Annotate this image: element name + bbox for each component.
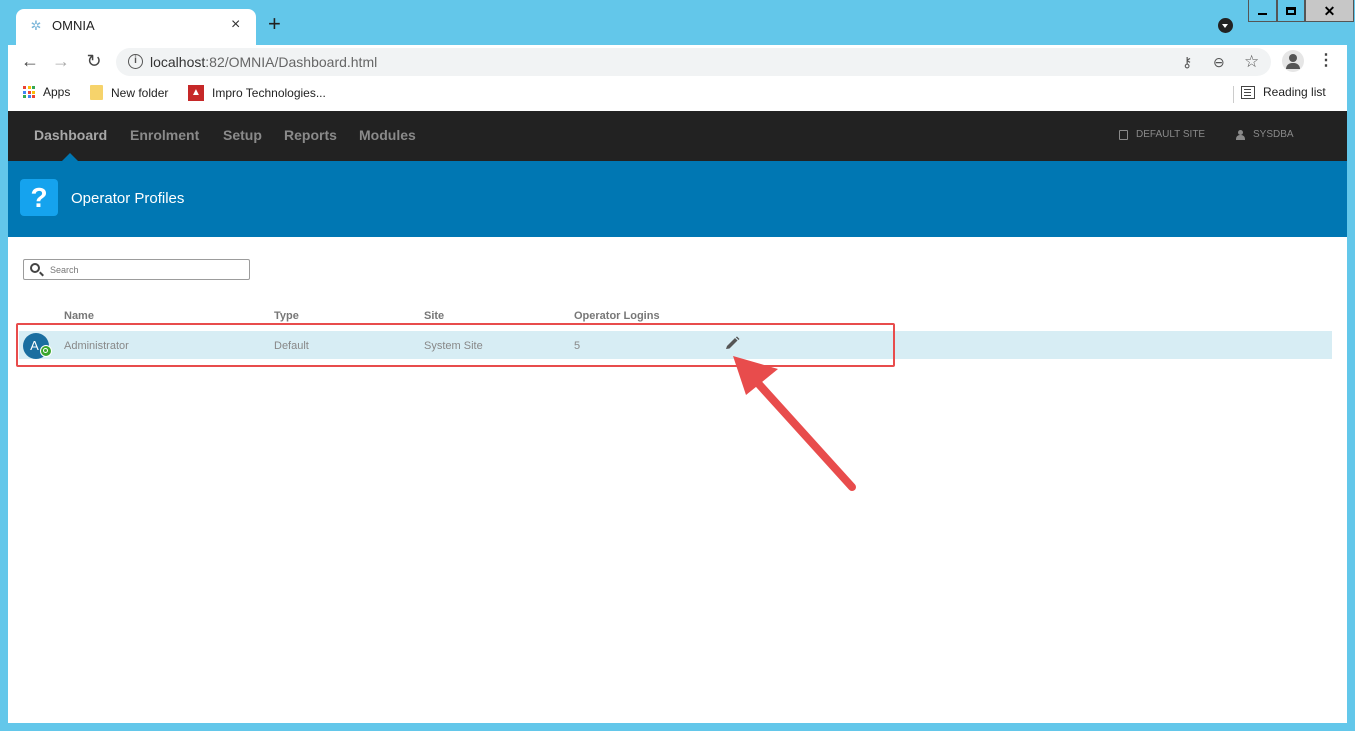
- bookmark-star-icon[interactable]: ☆: [1244, 53, 1259, 71]
- maximize-icon: [1286, 6, 1296, 15]
- apps-grid-icon: [23, 86, 35, 98]
- tab-search-icon[interactable]: [1218, 18, 1233, 33]
- new-tab-button[interactable]: +: [268, 13, 281, 35]
- column-header-type[interactable]: Type: [274, 310, 299, 322]
- site-label: DEFAULT SITE: [1136, 129, 1206, 140]
- nav-enrolment[interactable]: Enrolment: [130, 127, 199, 143]
- reload-icon[interactable]: ↻: [83, 50, 105, 72]
- annotation-highlight-box: [16, 323, 895, 367]
- user-label: SYSDBA: [1253, 129, 1294, 140]
- column-header-name[interactable]: Name: [64, 310, 94, 322]
- back-arrow-icon[interactable]: ←: [19, 50, 41, 72]
- bookmark-apps[interactable]: Apps: [23, 85, 70, 99]
- bookmark-impro-label: Impro Technologies...: [212, 86, 326, 100]
- url-host: localhost: [150, 54, 206, 70]
- site-info-icon[interactable]: i: [128, 54, 143, 69]
- column-header-operator-logins[interactable]: Operator Logins: [574, 310, 660, 322]
- omnia-favicon-icon: ✲: [30, 18, 42, 33]
- app-top-nav: Dashboard Enrolment Setup Reports Module…: [8, 111, 1347, 161]
- folder-icon: [90, 85, 103, 100]
- reading-list-icon: [1241, 85, 1255, 99]
- more-menu-icon[interactable]: ⋮: [1318, 50, 1334, 72]
- bookmark-apps-label: Apps: [43, 85, 71, 99]
- profile-avatar-icon[interactable]: [1282, 50, 1304, 72]
- page-viewport: Dashboard Enrolment Setup Reports Module…: [8, 111, 1347, 723]
- bookmark-new-folder[interactable]: New folder: [90, 85, 168, 100]
- browser-toolbar: ← → ↻ i localhost:82/OMNIA/Dashboard.htm…: [8, 45, 1347, 78]
- nav-active-indicator: [62, 153, 78, 161]
- nav-setup[interactable]: Setup: [223, 127, 262, 143]
- nav-modules[interactable]: Modules: [359, 127, 416, 143]
- user-icon: [1236, 129, 1245, 140]
- tab-title: OMNIA: [52, 18, 95, 33]
- search-input[interactable]: [50, 262, 245, 277]
- nav-dashboard[interactable]: Dashboard: [34, 127, 107, 143]
- maximize-button[interactable]: [1277, 0, 1305, 22]
- close-window-button[interactable]: ✕: [1305, 0, 1354, 22]
- minimize-icon: [1258, 12, 1267, 15]
- search-box[interactable]: [23, 259, 250, 280]
- reading-list-button[interactable]: Reading list: [1241, 85, 1326, 99]
- column-header-site[interactable]: Site: [424, 310, 444, 322]
- reading-list-label: Reading list: [1263, 85, 1326, 99]
- site-selector[interactable]: DEFAULT SITE: [1119, 129, 1205, 140]
- save-icon: [1119, 129, 1128, 140]
- key-icon[interactable]: ⚷: [1182, 53, 1192, 71]
- nav-reports[interactable]: Reports: [284, 127, 337, 143]
- browser-tab[interactable]: ✲ OMNIA ×: [16, 9, 256, 45]
- bookmark-impro[interactable]: ▲ Impro Technologies...: [188, 85, 326, 101]
- user-menu[interactable]: SYSDBA: [1236, 129, 1294, 140]
- browser-window: ✲ OMNIA × + ✕ ← → ↻ i localhost:82/OMNIA…: [0, 0, 1355, 731]
- bookmarks-divider: [1233, 86, 1234, 103]
- url-text[interactable]: localhost:82/OMNIA/Dashboard.html: [150, 54, 377, 70]
- close-icon: ✕: [1323, 2, 1336, 19]
- minimize-button[interactable]: [1248, 0, 1277, 22]
- search-icon: [30, 263, 40, 273]
- url-path: :82/OMNIA/Dashboard.html: [205, 54, 378, 70]
- bookmark-folder-label: New folder: [111, 85, 169, 100]
- zoom-icon[interactable]: ⊖: [1213, 53, 1225, 71]
- address-bar[interactable]: i localhost:82/OMNIA/Dashboard.html ⚷ ⊖ …: [116, 48, 1271, 76]
- bookmarks-bar: Apps New folder ▲ Impro Technologies... …: [8, 78, 1347, 111]
- tab-close-icon[interactable]: ×: [231, 16, 240, 34]
- forward-arrow-icon[interactable]: →: [50, 50, 72, 72]
- page-banner: ? Operator Profiles: [8, 161, 1347, 237]
- question-mark-icon: ?: [20, 179, 58, 216]
- window-controls: ✕: [1248, 0, 1354, 22]
- impro-logo-icon: ▲: [188, 85, 204, 101]
- page-title: Operator Profiles: [71, 190, 185, 207]
